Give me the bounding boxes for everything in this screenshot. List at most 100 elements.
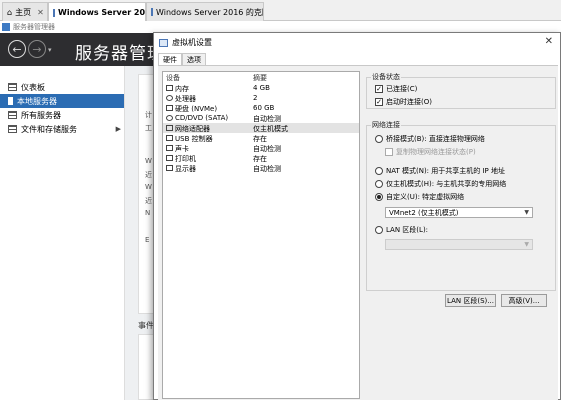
radio-button[interactable]	[375, 226, 383, 234]
device-name: 显示器	[175, 165, 196, 173]
property-label: N	[145, 209, 151, 217]
tab-windows-server-2016-clone[interactable]: Windows Server 2016 的克隆... ✕	[146, 2, 264, 21]
property-label: 计	[145, 111, 152, 119]
device-list: 设备 摘要 内存 4 GB 处理器 2 硬盘 (NVMe) 60 GB CD/D…	[162, 71, 360, 399]
sidebar-item-label: 仪表板	[21, 82, 45, 92]
sidebar-item-file-storage[interactable]: 文件和存储服务 ▶	[0, 122, 124, 136]
column-summary: 摘要	[253, 74, 267, 82]
property-label: W	[145, 157, 152, 165]
property-label: 近	[145, 171, 152, 179]
group-title: 设备状态	[371, 72, 401, 82]
radio-label: 桥接模式(B): 直接连接物理网络	[386, 135, 485, 143]
chevron-down-icon: ▼	[524, 209, 529, 216]
sidebar-item-label: 所有服务器	[21, 110, 61, 120]
device-row-sound-card[interactable]: 声卡 自动检测	[163, 143, 359, 153]
home-icon: ⌂	[7, 7, 13, 17]
checkbox-unchecked[interactable]	[385, 148, 393, 156]
checkbox-label: 启动时连接(O)	[386, 98, 432, 106]
virtual-machine-icon	[159, 38, 168, 47]
checkbox-label: 复制物理网络连接状态(P)	[396, 148, 476, 156]
chevron-down-icon[interactable]: ▾	[48, 46, 52, 54]
server-manager-icon	[2, 23, 10, 31]
processor-icon	[166, 95, 173, 101]
lan-segment-radio[interactable]: LAN 区段(L):	[375, 225, 428, 235]
device-row-processor[interactable]: 处理器 2	[163, 93, 359, 103]
tab-label: Windows Server 2016 的克隆...	[156, 7, 263, 17]
advanced-button[interactable]: 高级(V)...	[501, 294, 547, 307]
connected-checkbox[interactable]: ✓ 已连接(C)	[375, 84, 417, 94]
property-label: W	[145, 183, 152, 191]
chevron-down-icon: ▼	[524, 241, 529, 248]
hard-disk-icon	[166, 105, 173, 111]
replicate-state-checkbox[interactable]: 复制物理网络连接状态(P)	[385, 147, 476, 157]
connect-at-power-on-checkbox[interactable]: ✓ 启动时连接(O)	[375, 97, 432, 107]
radio-button[interactable]	[375, 180, 383, 188]
radio-button-selected[interactable]	[375, 193, 383, 201]
sidebar-item-label: 本地服务器	[17, 96, 57, 106]
sidebar-item-local-server[interactable]: 本地服务器	[0, 94, 124, 108]
tab-label: 主页	[15, 7, 32, 17]
servers-icon	[8, 111, 17, 119]
back-arrow-icon[interactable]: ←	[8, 40, 26, 58]
property-label: E	[145, 236, 150, 244]
custom-network-select[interactable]: VMnet2 (仅主机模式) ▼	[385, 207, 533, 218]
lan-segments-button[interactable]: LAN 区段(S)...	[445, 294, 496, 307]
checkbox-label: 已连接(C)	[386, 85, 418, 93]
radio-button[interactable]	[375, 167, 383, 175]
device-summary: 自动检测	[253, 165, 281, 173]
device-row-hard-disk[interactable]: 硬盘 (NVMe) 60 GB	[163, 103, 359, 113]
radio-button[interactable]	[375, 135, 383, 143]
tab-windows-server-2016[interactable]: Windows Server 2016 ✕	[48, 2, 146, 22]
radio-label: NAT 模式(N): 用于共享主机的 IP 地址	[386, 167, 505, 175]
dashboard-icon	[8, 83, 17, 91]
device-status-group: 设备状态 ✓ 已连接(C) ✓ 启动时连接(O)	[366, 72, 556, 109]
lan-segment-select[interactable]: ▼	[385, 239, 533, 250]
sound-card-icon	[166, 145, 173, 151]
tab-options[interactable]: 选项	[182, 53, 206, 65]
device-row-usb[interactable]: USB 控制器 存在	[163, 133, 359, 143]
close-icon[interactable]: ✕	[545, 36, 553, 47]
window-title: 服务器管理器	[13, 23, 55, 31]
device-summary: 2	[253, 94, 258, 102]
host-only-radio[interactable]: 仅主机模式(H): 与主机共享的专用网络	[375, 179, 506, 189]
device-row-network-adapter[interactable]: 网络适配器 仅主机模式	[163, 123, 359, 133]
device-row-cd-dvd[interactable]: CD/DVD (SATA) 自动检测	[163, 113, 359, 123]
memory-icon	[166, 85, 173, 91]
device-summary: 4 GB	[253, 84, 270, 92]
radio-label: LAN 区段(L):	[386, 226, 429, 234]
tab-label: Windows Server 2016	[58, 8, 146, 17]
printer-icon	[166, 155, 173, 161]
network-adapter-icon	[166, 125, 173, 131]
cd-dvd-icon	[166, 115, 173, 121]
sidebar-item-dashboard[interactable]: 仪表板	[0, 80, 124, 94]
device-list-header: 设备 摘要	[163, 72, 359, 83]
property-label: 近	[145, 197, 152, 205]
tab-home[interactable]: ⌂ 主页 ✕	[2, 2, 48, 21]
sidebar-item-all-servers[interactable]: 所有服务器	[0, 108, 124, 122]
column-device: 设备	[166, 74, 180, 82]
forward-arrow-icon[interactable]: →	[28, 40, 46, 58]
radio-label: 自定义(U): 特定虚拟网络	[386, 193, 465, 201]
device-row-display[interactable]: 显示器 自动检测	[163, 163, 359, 173]
custom-radio[interactable]: 自定义(U): 特定虚拟网络	[375, 192, 464, 202]
select-value: VMnet2 (仅主机模式)	[389, 208, 459, 217]
vmware-tab-strip: ⌂ 主页 ✕ Windows Server 2016 ✕ Windows Ser…	[0, 0, 561, 22]
checkbox-checked[interactable]: ✓	[375, 98, 383, 106]
close-icon[interactable]: ✕	[37, 8, 44, 17]
bridged-radio[interactable]: 桥接模式(B): 直接连接物理网络	[375, 134, 485, 144]
dialog-title: 虚拟机设置	[172, 38, 212, 47]
usb-icon	[166, 135, 173, 141]
dialog-tabs: 硬件 选项	[158, 53, 206, 66]
nat-radio[interactable]: NAT 模式(N): 用于共享主机的 IP 地址	[375, 166, 505, 176]
checkbox-checked[interactable]: ✓	[375, 85, 383, 93]
group-title: 网络连接	[371, 120, 401, 130]
property-label: 工	[145, 124, 152, 132]
device-summary: 60 GB	[253, 104, 275, 112]
sidebar: 仪表板 本地服务器 所有服务器 文件和存储服务 ▶	[0, 66, 125, 400]
device-name: CD/DVD (SATA)	[175, 114, 229, 122]
sidebar-item-label: 文件和存储服务	[21, 124, 77, 134]
chevron-right-icon[interactable]: ▶	[116, 125, 121, 133]
device-row-printer[interactable]: 打印机 存在	[163, 153, 359, 163]
device-row-memory[interactable]: 内存 4 GB	[163, 83, 359, 93]
dialog-body: 设备 摘要 内存 4 GB 处理器 2 硬盘 (NVMe) 60 GB CD/D…	[158, 65, 558, 400]
